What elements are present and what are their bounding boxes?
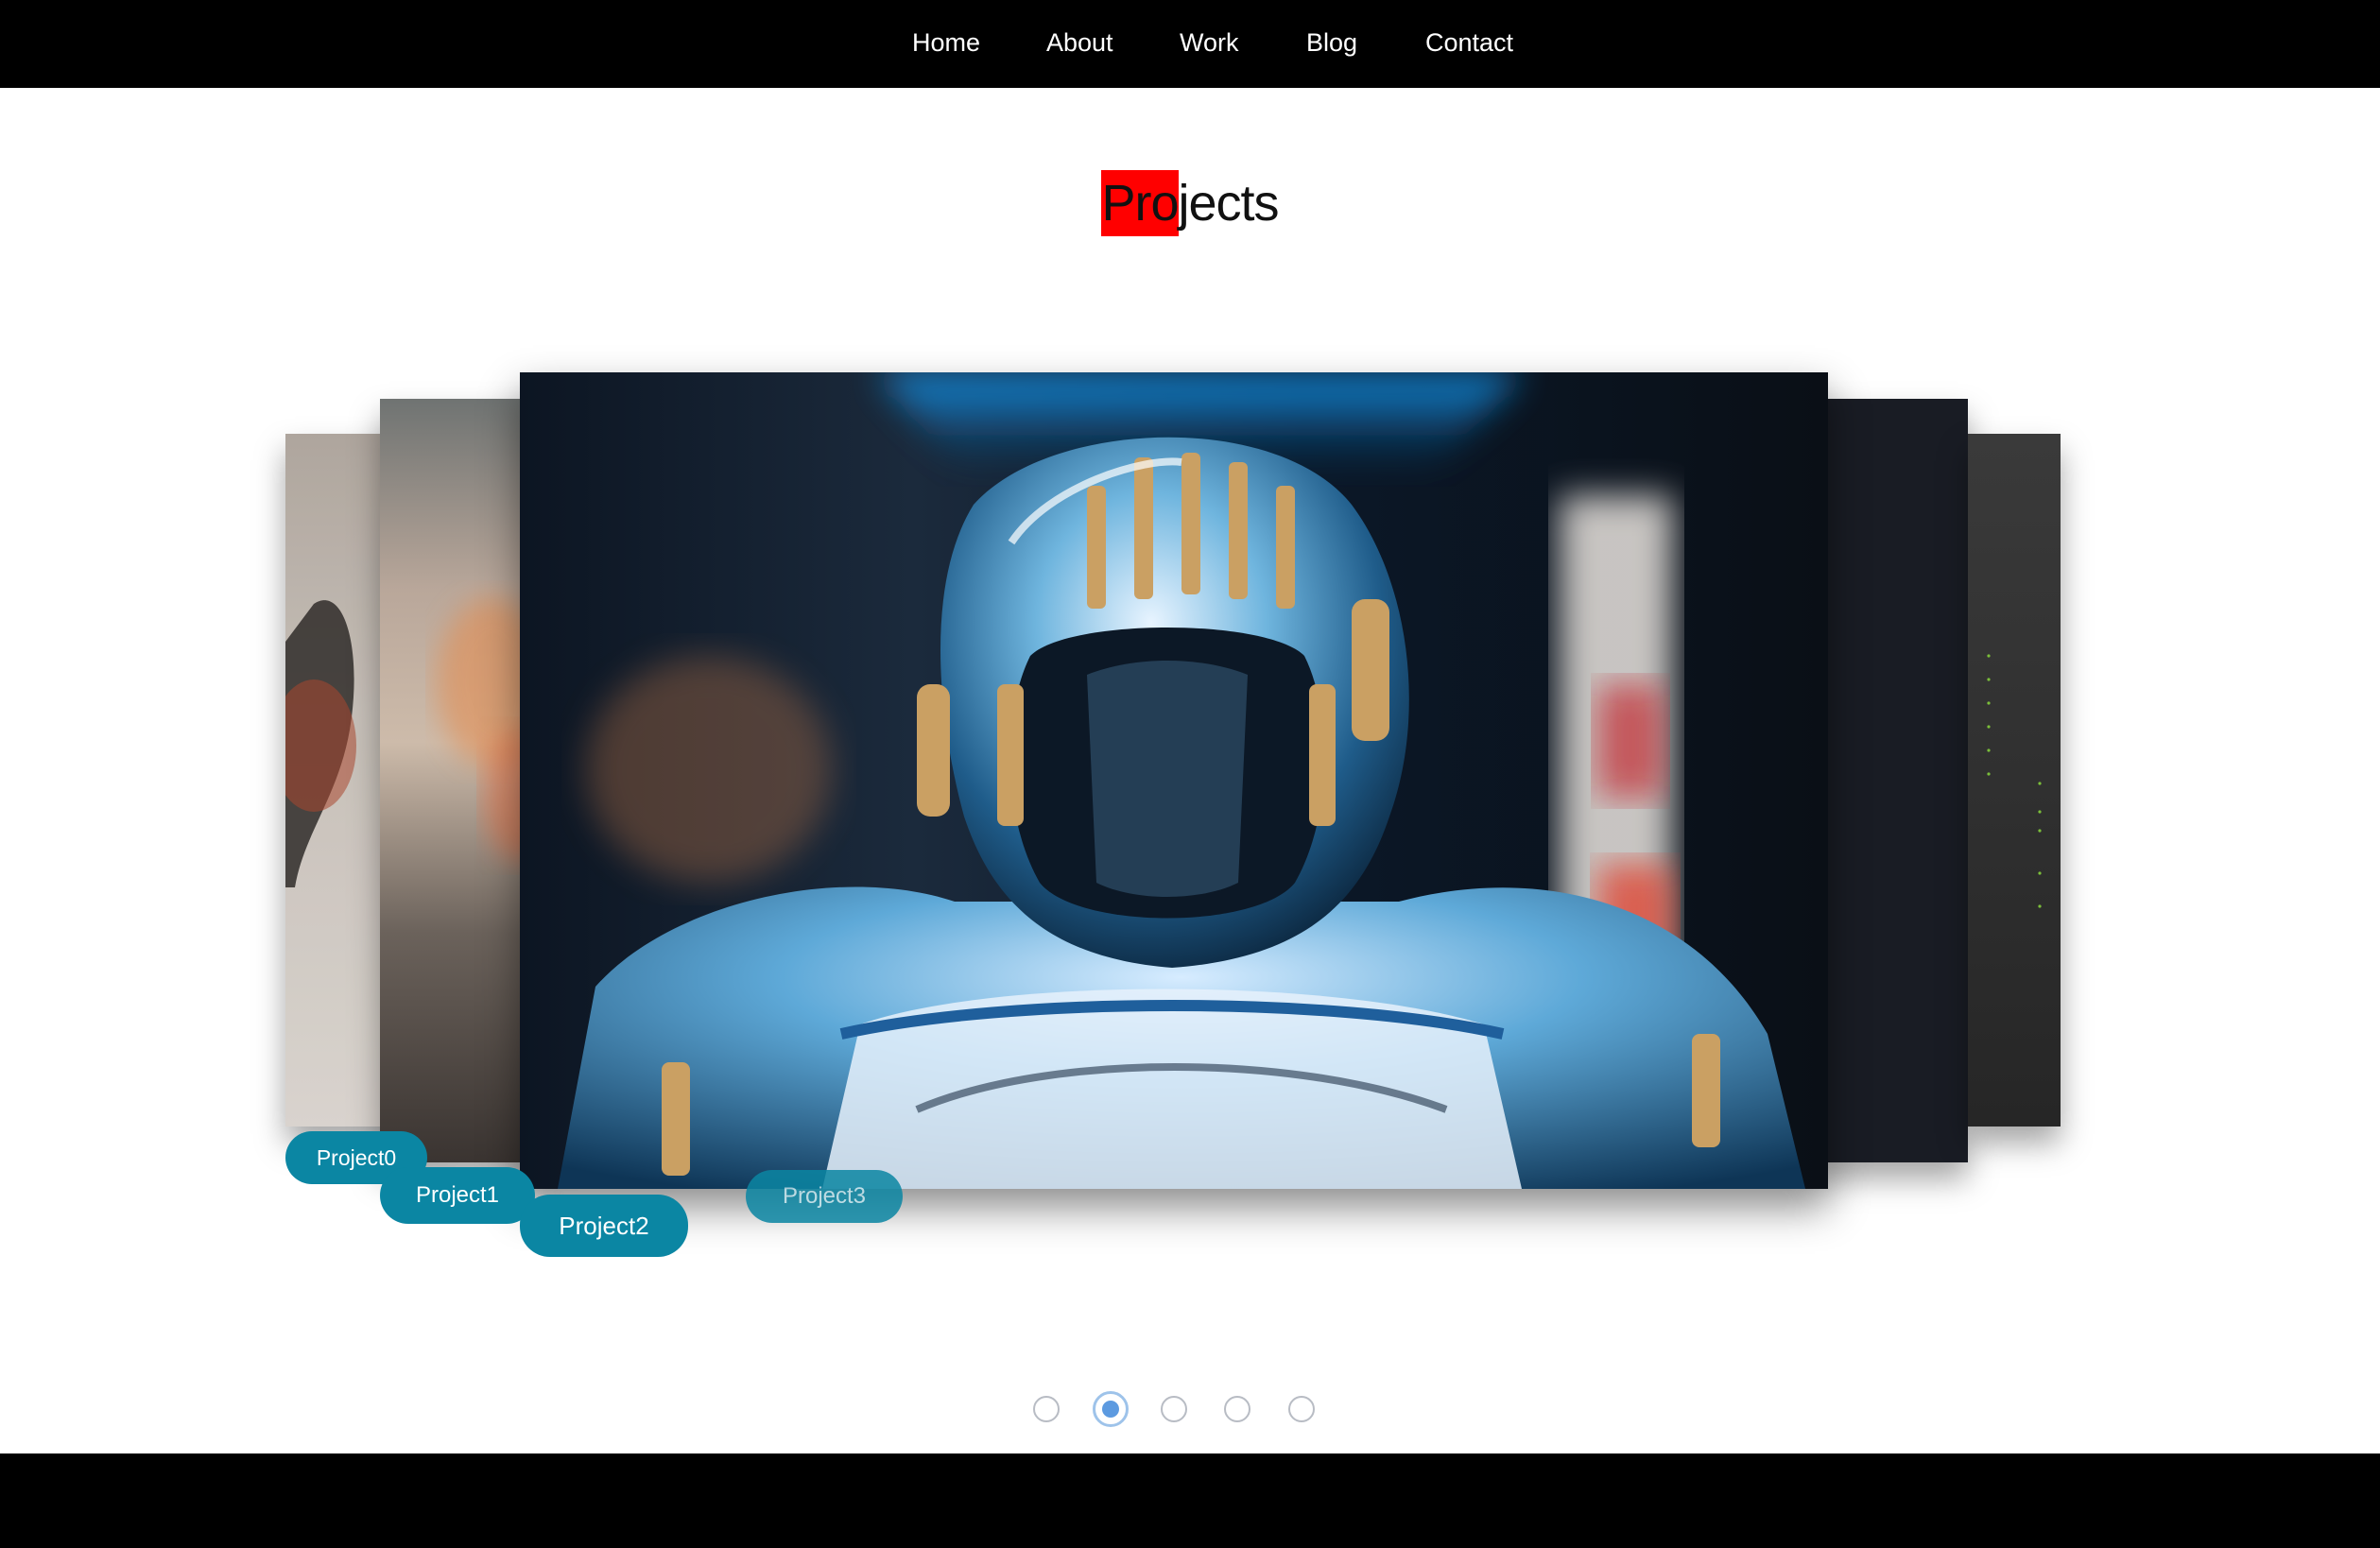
pagination-dot-1[interactable] [1033,1396,1060,1422]
project-label-left[interactable]: Project1 [380,1167,535,1224]
project-card-far-right[interactable] [1968,434,2061,1127]
page-footer [0,1453,2380,1548]
project-card-active[interactable] [520,372,1828,1189]
pagination-dot-2-active[interactable] [1093,1391,1129,1427]
project-image-dots [1968,434,2061,1127]
project-label-right-behind[interactable]: Project3 [746,1170,903,1223]
project-image-dark [1815,399,1968,1162]
pagination-dot-3[interactable] [1161,1396,1187,1422]
project-card-right[interactable] [1815,399,1968,1162]
carousel-pagination [0,1391,2380,1429]
pagination-dot-5[interactable] [1288,1396,1315,1422]
project-image-robot [520,372,1828,1189]
project-label-active[interactable]: Project2 [520,1195,688,1257]
project-carousel: Project0 Project1 Project3 Project2 [0,0,2380,1548]
pagination-dot-4[interactable] [1224,1396,1250,1422]
